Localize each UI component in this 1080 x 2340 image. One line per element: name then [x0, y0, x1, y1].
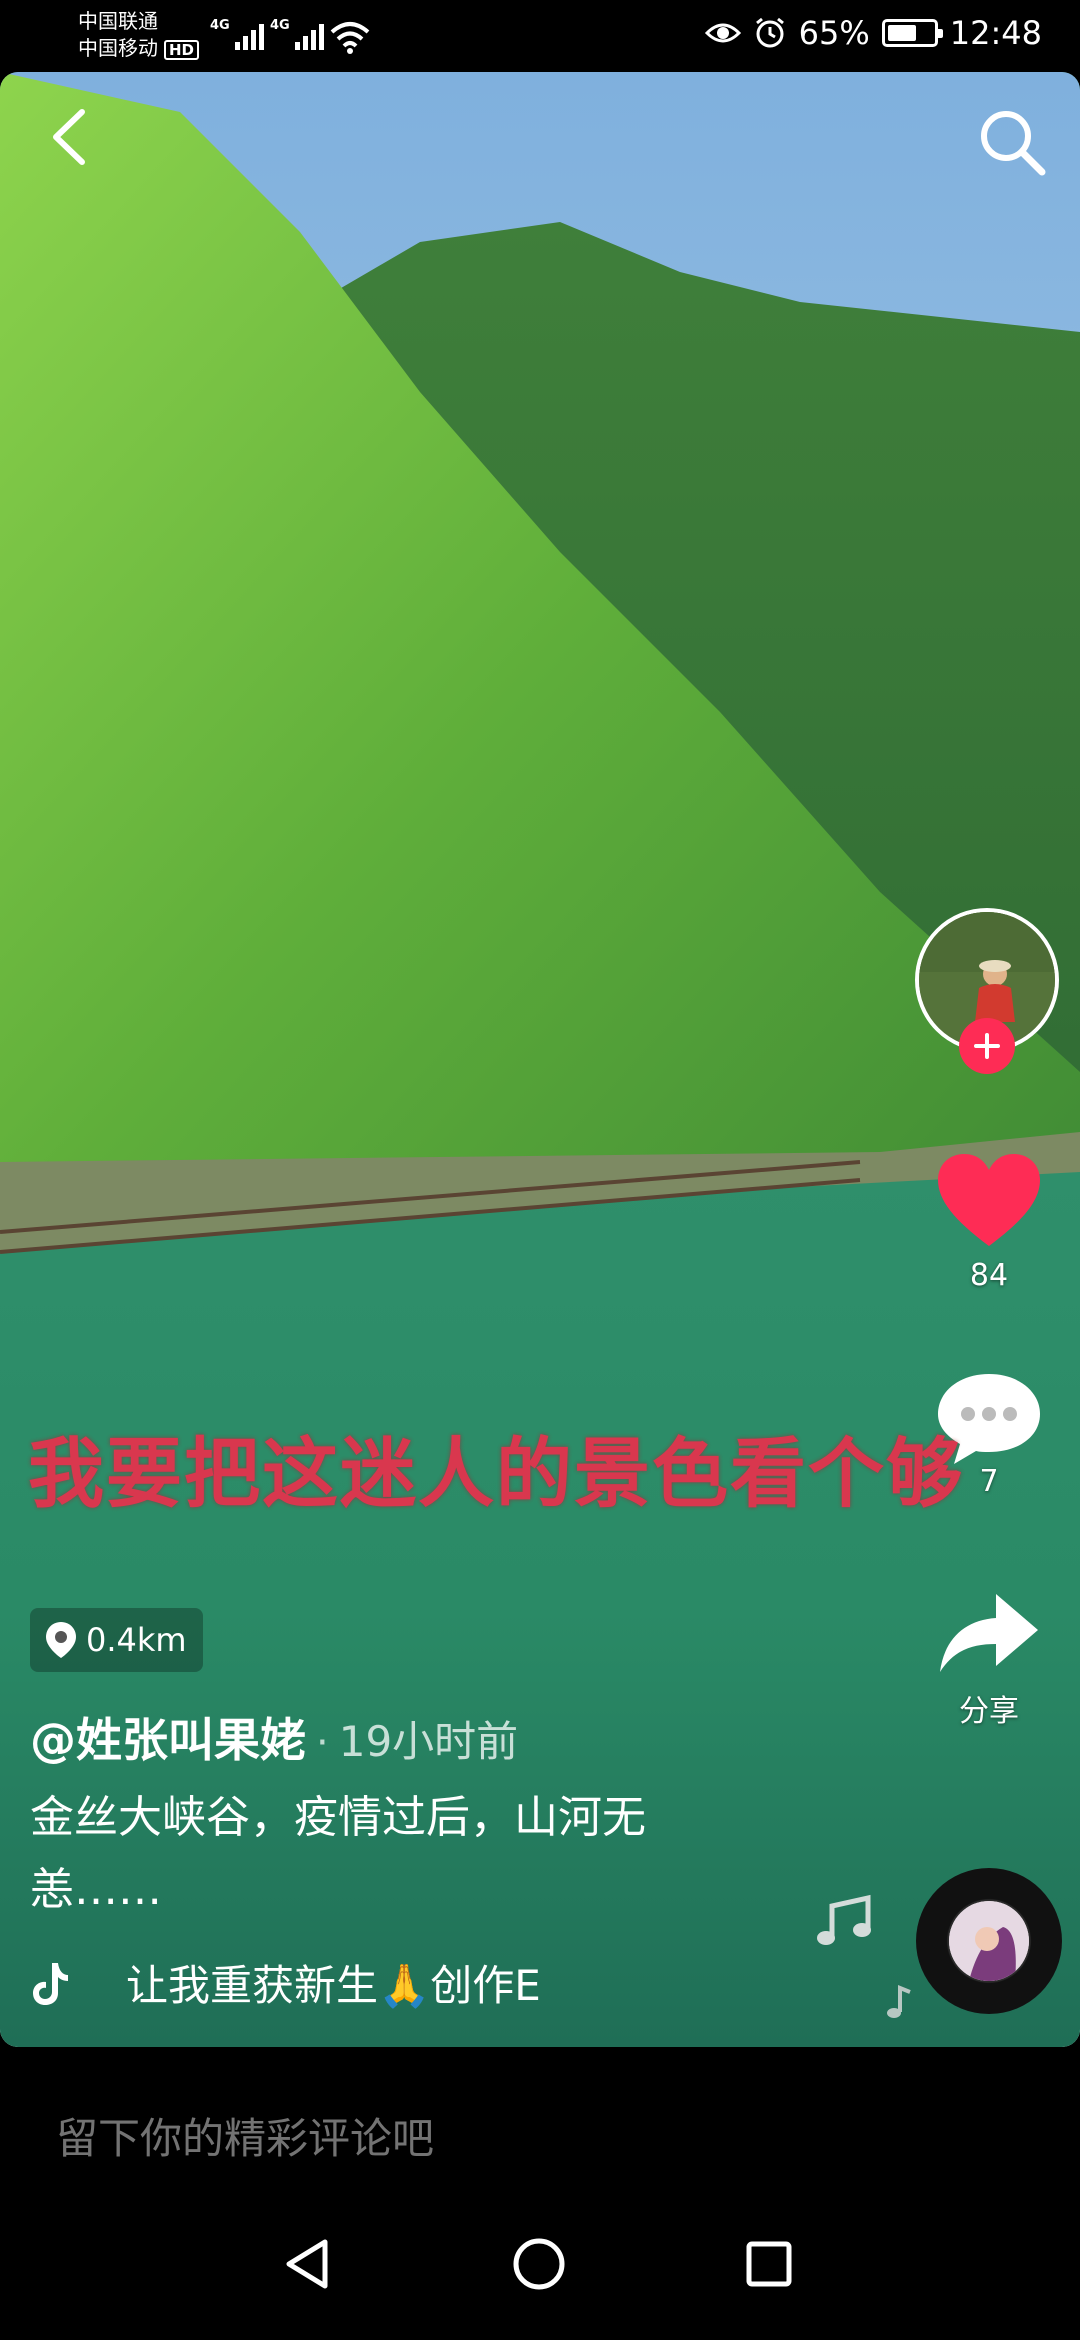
- location-badge[interactable]: 0.4km: [30, 1608, 203, 1672]
- separator-dot: ·: [316, 1720, 329, 1766]
- plus-icon: [974, 1033, 1000, 1059]
- battery-percent: 65%: [798, 14, 870, 52]
- music-disc[interactable]: [916, 1868, 1062, 2014]
- status-bar: 中国联通 中国移动 HD 4G 4G 65% 12:48: [0, 0, 1080, 72]
- music-cover: [949, 1901, 1029, 1981]
- share-button[interactable]: 分享: [919, 1588, 1059, 1730]
- carrier-2: 中国移动: [78, 36, 158, 60]
- nav-recents-button[interactable]: [724, 2219, 814, 2309]
- triangle-back-icon: [286, 2239, 328, 2289]
- comment-bar: 留下你的精彩评论吧: [0, 2047, 1080, 2197]
- share-label: 分享: [959, 1694, 1019, 1729]
- tiktok-logo-icon: [33, 1962, 68, 2005]
- heart-icon: [938, 1154, 1040, 1246]
- share-arrow-icon: [940, 1594, 1038, 1672]
- video-description[interactable]: 金丝大峡谷，疫情过后，山河无恙……: [30, 1782, 770, 1926]
- nav-home-button[interactable]: [494, 2219, 584, 2309]
- search-icon[interactable]: [972, 102, 1052, 182]
- music-note-icon: [817, 1894, 871, 1945]
- back-icon[interactable]: [38, 102, 108, 172]
- wifi-icon: [330, 22, 370, 54]
- location-distance: 0.4km: [86, 1621, 187, 1659]
- music-title: 让我重获新生🙏创作E: [126, 1961, 541, 2010]
- battery-icon: [881, 19, 943, 47]
- video-overlay-caption: 我要把这迷人的景色看个够: [28, 1429, 964, 1518]
- eye-icon: [704, 23, 741, 43]
- location-pin-icon: [46, 1622, 76, 1658]
- author-line: @姓张叫果姥 · 19小时前: [30, 1704, 518, 1770]
- status-right: 65% 12:48: [704, 14, 1042, 52]
- battery-fill: [887, 25, 917, 41]
- carrier-1: 中国联通: [78, 9, 158, 33]
- nav-back-button[interactable]: [264, 2219, 354, 2309]
- signal-icon: 4G: [210, 18, 264, 50]
- video-player[interactable]: 84 7 分享 我要把这迷人的景色看个够 0.4km @姓张叫果姥 · 19小时…: [0, 72, 1080, 2047]
- signal-icon: 4G: [270, 18, 324, 50]
- follow-button[interactable]: [959, 1018, 1015, 1074]
- system-nav-bar: [0, 2197, 1080, 2340]
- hd-badge: HD: [164, 40, 200, 60]
- comment-input[interactable]: 留下你的精彩评论吧: [56, 2105, 434, 2166]
- carrier-info: 中国联通 中国移动 HD: [78, 8, 200, 62]
- author-avatar-group[interactable]: [915, 908, 1059, 1074]
- author-name[interactable]: @姓张叫果姥: [30, 1704, 306, 1770]
- post-time: 19小时前: [338, 1717, 519, 1766]
- music-note-icon: [887, 1985, 911, 2018]
- clock: 12:48: [949, 14, 1042, 52]
- music-cover-image: [949, 1901, 1029, 1981]
- music-row[interactable]: 让我重获新生🙏创作E: [30, 1952, 578, 2013]
- alarm-icon: [755, 17, 784, 48]
- circle-home-icon: [513, 2238, 565, 2290]
- like-button[interactable]: 84: [919, 1150, 1059, 1293]
- like-count: 84: [969, 1258, 1009, 1293]
- square-recents-icon: [746, 2241, 792, 2287]
